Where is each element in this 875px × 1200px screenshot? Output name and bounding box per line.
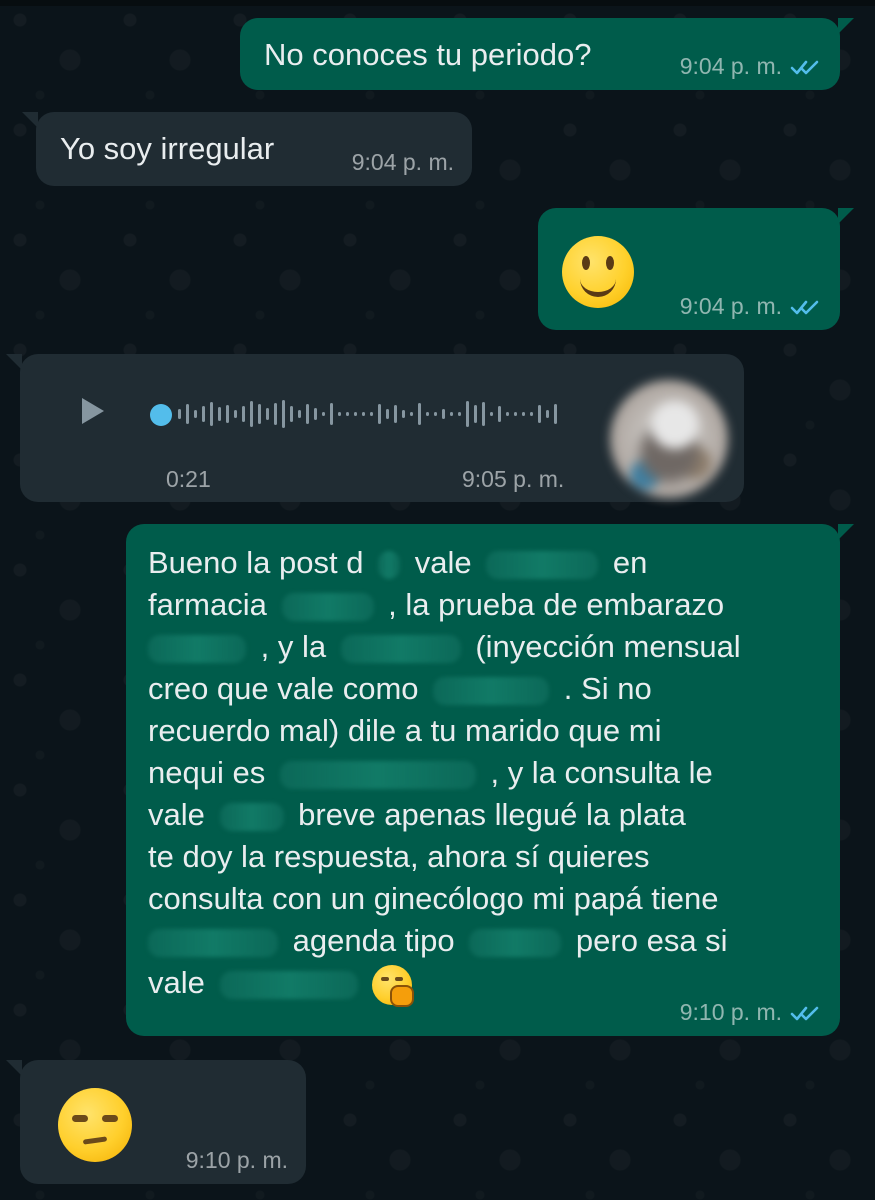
text-fragment: farmacia: [148, 587, 267, 622]
read-receipt-icon: [790, 60, 819, 74]
text-fragment: creo que vale como: [148, 671, 419, 706]
text-fragment: en: [612, 545, 648, 580]
message-meta: 9:04 p. m.: [352, 149, 454, 176]
blurred-redaction: [219, 802, 284, 831]
message-meta: 9:10 p. m.: [680, 999, 822, 1026]
line-6: nequi es , y la consulta le: [148, 752, 818, 794]
text-fragment: , y la: [260, 629, 327, 664]
play-icon[interactable]: [66, 388, 112, 434]
line-2: farmacia , la prueba de embarazo: [148, 584, 818, 626]
text-fragment: recuerdo mal) dile a tu marido que mi: [148, 713, 662, 748]
line-9: consulta con un ginecólogo mi papá tiene: [148, 878, 818, 920]
playback-progress-dot[interactable]: [150, 404, 172, 426]
message-time: 9:10 p. m.: [679, 999, 782, 1025]
text-fragment: . Si no: [563, 671, 652, 706]
outgoing-emoji-message[interactable]: 9:04 p. m.: [538, 208, 854, 330]
message-text: No conoces tu periodo?: [264, 37, 592, 72]
text-fragment: Bueno la post d: [148, 545, 364, 580]
text-fragment: vale: [414, 545, 472, 580]
blurred-redaction: [148, 634, 246, 663]
text-fragment: consulta con un ginecólogo mi papá tiene: [148, 881, 719, 916]
message-time: 9:04 p. m.: [679, 293, 782, 319]
text-fragment: agenda tipo: [292, 923, 455, 958]
message-meta: 9:04 p. m.: [680, 53, 822, 80]
line-10: agenda tipo pero esa si: [148, 920, 818, 962]
blurred-redaction: [279, 760, 476, 789]
line-1: Bueno la post d vale en: [148, 542, 818, 584]
outgoing-long-message[interactable]: Bueno la post d vale en farmacia , la pr…: [126, 524, 854, 1036]
blurred-redaction: [378, 550, 401, 579]
blurred-redaction: [281, 592, 374, 621]
message-time: 9:04 p. m.: [351, 149, 454, 175]
long-message-body: Bueno la post d vale en farmacia , la pr…: [148, 542, 818, 1007]
message-time: 9:05 p. m.: [462, 466, 565, 492]
message-meta: 9:10 p. m.: [186, 1147, 288, 1174]
blurred-redaction: [486, 550, 599, 579]
face-with-hand-over-mouth-icon: [372, 964, 415, 1007]
line-3: , y la (inyección mensual: [148, 626, 818, 668]
message-time: 9:04 p. m.: [679, 53, 782, 79]
text-fragment: nequi es: [148, 755, 266, 790]
text-fragment: , la prueba de embarazo: [388, 587, 725, 622]
sender-avatar: [610, 380, 728, 498]
message-meta: 9:04 p. m.: [680, 293, 822, 320]
blurred-redaction: [433, 676, 550, 705]
line-8: te doy la respuesta, ahora sí quieres: [148, 836, 818, 878]
incoming-emoji-message[interactable]: 9:10 p. m.: [6, 1060, 306, 1184]
blurred-redaction: [219, 970, 358, 999]
top-status-strip: [0, 0, 875, 6]
text-fragment: pero esa si: [575, 923, 728, 958]
text-fragment: vale: [148, 965, 205, 1000]
incoming-message-1[interactable]: Yo soy irregular 9:04 p. m.: [22, 112, 472, 186]
line-4: creo que vale como . Si no: [148, 668, 818, 710]
slightly-smiling-face-icon: [562, 236, 634, 308]
text-fragment: , y la consulta le: [490, 755, 713, 790]
text-fragment: vale: [148, 797, 205, 832]
unamused-face-icon: [58, 1088, 132, 1162]
blurred-redaction: [340, 634, 461, 663]
message-text: Yo soy irregular: [60, 131, 275, 166]
text-fragment: te doy la respuesta, ahora sí quieres: [148, 839, 650, 874]
line-5: recuerdo mal) dile a tu marido que mi: [148, 710, 818, 752]
voice-waveform[interactable]: [178, 394, 588, 434]
read-receipt-icon: [790, 300, 819, 314]
message-time: 9:10 p. m.: [185, 1147, 288, 1173]
read-receipt-icon: [790, 1006, 819, 1020]
outgoing-message-1[interactable]: No conoces tu periodo? 9:04 p. m.: [240, 18, 854, 90]
blurred-redaction: [148, 928, 278, 957]
text-fragment: breve apenas llegué la plata: [298, 797, 686, 832]
blurred-redaction: [469, 928, 562, 957]
voice-duration: 0:21: [166, 466, 211, 492]
line-7: vale breve apenas llegué la plata: [148, 794, 818, 836]
text-fragment: (inyección mensual: [475, 629, 741, 664]
